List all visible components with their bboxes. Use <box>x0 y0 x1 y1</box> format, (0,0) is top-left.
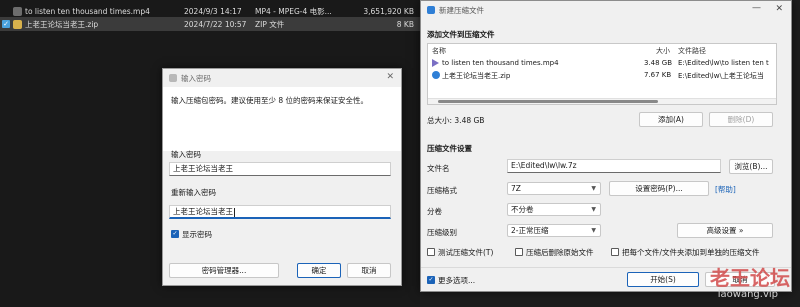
close-icon[interactable]: ✕ <box>386 72 394 82</box>
more-options-label: 更多选项... <box>438 276 476 285</box>
chevron-down-icon: ▼ <box>591 206 596 213</box>
settings-section-title: 压缩文件设置 <box>427 144 472 153</box>
watermark-url: laowang.vip <box>717 289 778 300</box>
list-item-name: to listen ten thousand times.mp4 <box>442 59 559 67</box>
password-manager-button[interactable]: 密码管理器... <box>169 263 279 278</box>
more-options-checkbox[interactable]: ✓ <box>427 276 435 284</box>
password-field-value: 上老王论坛当老王 <box>173 164 233 173</box>
file-name: 上老王论坛当老王.zip <box>25 19 99 29</box>
password-field[interactable]: 上老王论坛当老王 <box>169 162 391 176</box>
list-header: 名称 大小 文件路径 <box>428 44 776 56</box>
video-file-icon <box>13 6 22 16</box>
level-select-value: 2-正常压缩 <box>511 226 549 235</box>
advanced-settings-button[interactable]: 高级设置 » <box>677 223 773 238</box>
file-type: MP4 - MPEG-4 电影... <box>255 6 332 16</box>
video-file-icon <box>432 59 439 67</box>
list-item-name: 上老王论坛当老王.zip <box>442 72 511 80</box>
password-dialog-form: 输入密码 上老王论坛当老王 重新输入密码 上老王论坛当老王 ✓ 显示密码 密码管… <box>163 150 401 285</box>
add-files-section-title: 添加文件到压缩文件 <box>427 30 495 39</box>
confirm-password-field-value: 上老王论坛当老王 <box>173 207 233 216</box>
file-list[interactable]: 名称 大小 文件路径 to listen ten thousand times.… <box>427 43 777 105</box>
list-item-size: 7.67 KB <box>644 71 672 79</box>
format-label: 压缩格式 <box>427 186 457 195</box>
password-dialog-title: 输入密码 <box>181 74 211 83</box>
list-item[interactable]: to listen ten thousand times.mp4 3.48 GB… <box>428 58 776 69</box>
reenter-password-label: 重新输入密码 <box>171 188 216 197</box>
watermark-logo: 老王论坛 <box>710 266 790 290</box>
enter-password-label: 输入密码 <box>171 150 201 159</box>
file-row-video[interactable]: to listen ten thousand times.mp4 2024/9/… <box>0 4 420 18</box>
app-icon <box>427 6 435 14</box>
filename-field-value: E:\Edited\lw\lw.7z <box>511 161 577 170</box>
delete-after-checkbox[interactable] <box>515 248 523 256</box>
total-size-label: 总大小: 3.48 GB <box>427 116 485 125</box>
close-icon[interactable]: ✕ <box>775 4 783 14</box>
file-date: 2024/9/3 14:17 <box>184 6 242 16</box>
column-size[interactable]: 大小 <box>656 46 670 56</box>
format-select[interactable]: 7Z ▼ <box>507 182 601 195</box>
minimize-icon[interactable]: — <box>752 3 761 13</box>
archive-dialog-title: 新建压缩文件 <box>439 6 484 15</box>
app-icon <box>169 74 177 82</box>
browse-button[interactable]: 浏览(B)... <box>729 159 773 174</box>
separate-archives-label: 把每个文件/文件夹添加到单独的压缩文件 <box>622 248 760 257</box>
archive-file-icon <box>432 71 440 79</box>
chevron-down-icon: ▼ <box>591 185 596 192</box>
volume-select[interactable]: 不分卷 ▼ <box>507 203 601 216</box>
password-dialog-header: 输入压缩包密码。建议使用至少 8 位的密码来保证安全性。 <box>163 87 401 151</box>
confirm-password-field[interactable]: 上老王论坛当老王 <box>169 205 391 219</box>
show-password-label: 显示密码 <box>182 230 212 239</box>
password-dialog: 输入密码 ✕ 输入压缩包密码。建议使用至少 8 位的密码来保证安全性。 输入密码… <box>162 68 402 286</box>
volume-select-value: 不分卷 <box>511 205 534 214</box>
horizontal-scrollbar[interactable] <box>428 98 776 104</box>
archive-dialog-titlebar: 新建压缩文件 — ✕ <box>421 1 791 19</box>
file-name: to listen ten thousand times.mp4 <box>25 6 150 16</box>
list-item-size: 3.48 GB <box>644 59 673 67</box>
separate-archives-checkbox[interactable] <box>611 248 619 256</box>
set-password-button[interactable]: 设置密码(P)... <box>609 181 709 196</box>
check-icon[interactable]: ✓ <box>2 20 10 28</box>
text-caret <box>234 207 235 217</box>
help-link[interactable]: [帮助] <box>715 184 736 195</box>
filename-field[interactable]: E:\Edited\lw\lw.7z <box>507 159 721 173</box>
password-description: 输入压缩包密码。建议使用至少 8 位的密码来保证安全性。 <box>171 96 369 105</box>
test-archive-label: 测试压缩文件(T) <box>438 248 494 257</box>
password-dialog-titlebar: 输入密码 ✕ <box>163 69 401 87</box>
delete-after-label: 压缩后删除原始文件 <box>526 248 594 257</box>
format-select-value: 7Z <box>511 184 521 193</box>
cancel-button[interactable]: 取消 <box>347 263 391 278</box>
start-button[interactable]: 开始(S) <box>627 272 699 287</box>
file-size: 8 KB <box>396 19 414 29</box>
delete-button[interactable]: 删除(D) <box>709 112 773 127</box>
file-type: ZIP 文件 <box>255 19 285 29</box>
list-item-path: E:\Edited\lw\to listen ten t <box>678 59 769 67</box>
scrollbar-thumb[interactable] <box>438 100 658 103</box>
test-archive-checkbox[interactable] <box>427 248 435 256</box>
add-button[interactable]: 添加(A) <box>639 112 703 127</box>
filename-label: 文件名 <box>427 164 450 173</box>
column-path[interactable]: 文件路径 <box>678 46 706 56</box>
file-date: 2024/7/22 10:57 <box>184 19 247 29</box>
level-label: 压缩级别 <box>427 228 457 237</box>
chevron-down-icon: ▼ <box>591 227 596 234</box>
zip-file-icon <box>13 19 22 29</box>
level-select[interactable]: 2-正常压缩 ▼ <box>507 224 601 237</box>
file-size: 3,651,920 KB <box>363 6 414 16</box>
new-archive-dialog: 新建压缩文件 — ✕ 添加文件到压缩文件 名称 大小 文件路径 to liste… <box>420 0 792 292</box>
volume-label: 分卷 <box>427 207 442 216</box>
file-row-zip[interactable]: ✓ 上老王论坛当老王.zip 2024/7/22 10:57 ZIP 文件 8 … <box>0 17 420 31</box>
list-item[interactable]: 上老王论坛当老王.zip 7.67 KB E:\Edited\lw\上老王论坛当 <box>428 70 776 81</box>
column-name[interactable]: 名称 <box>432 46 446 56</box>
ok-button[interactable]: 确定 <box>297 263 341 278</box>
show-password-checkbox[interactable]: ✓ <box>171 230 179 238</box>
list-item-path: E:\Edited\lw\上老王论坛当 <box>678 72 764 80</box>
